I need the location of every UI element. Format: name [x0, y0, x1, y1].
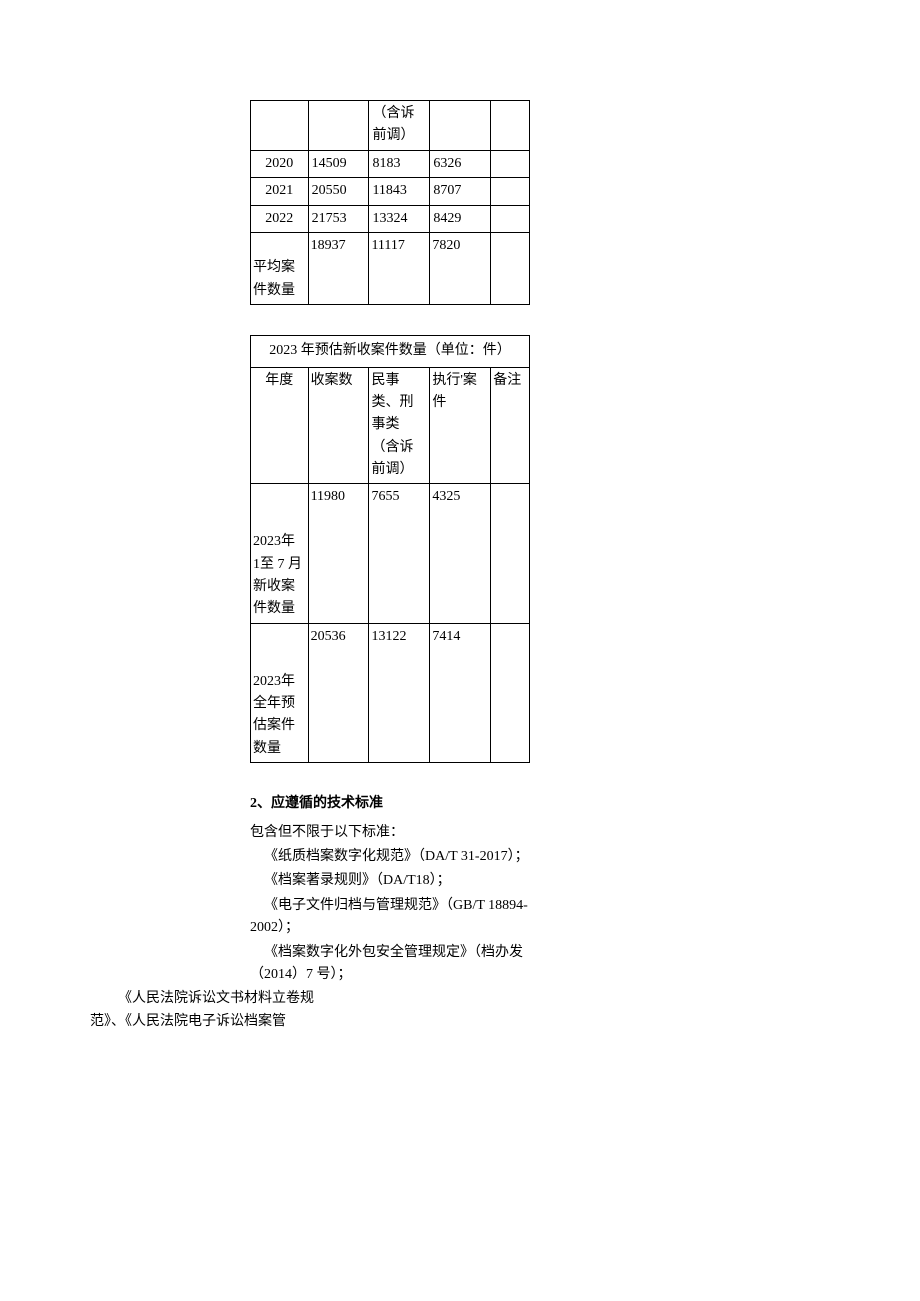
year-cell: 平均案件数量 — [251, 232, 309, 304]
count-cell: 14509 — [308, 150, 369, 177]
table-title: 2023 年预估新收案件数量（单位：件） — [251, 336, 530, 367]
table-row: 2022 21753 13324 8429 — [251, 205, 530, 232]
count-cell: 20536 — [308, 623, 369, 762]
standard-item: 《电子文件归档与管理规范》（GB/T 18894-2002）； — [250, 895, 570, 940]
header-exec: 执行'案件 — [430, 367, 491, 484]
count-cell: 21753 — [308, 205, 369, 232]
exec-cell: 7414 — [430, 623, 491, 762]
note-cell — [491, 205, 530, 232]
civil-cell: 13324 — [369, 205, 430, 232]
note-cell — [491, 623, 530, 762]
civil-cell: 11117 — [369, 232, 430, 304]
table-row: （含诉前调） — [251, 101, 530, 151]
standard-item: 《纸质档案数字化规范》（DA/T 31-2017）； — [250, 846, 570, 868]
civil-cell: 8183 — [369, 150, 430, 177]
outdent-text-2: 范》、《人民法院电子诉讼档案管 — [90, 1011, 630, 1033]
year-cell: 2023年 1至 7 月新收案件数量 — [251, 484, 309, 623]
col-civil-header: （含诉前调） — [369, 101, 430, 151]
case-estimate-table-2: 2023 年预估新收案件数量（单位：件） 年度 收案数 民事类、刑事类（含诉前调… — [250, 335, 530, 763]
exec-cell: 4325 — [430, 484, 491, 623]
standard-item: 《档案著录规则》（DA/T18）； — [250, 870, 570, 892]
civil-cell: 11843 — [369, 178, 430, 205]
note-cell — [491, 484, 530, 623]
header-year: 年度 — [251, 367, 309, 484]
table-header-row: 年度 收案数 民事类、刑事类（含诉前调） 执行'案件 备注 — [251, 367, 530, 484]
civil-cell: 13122 — [369, 623, 430, 762]
table-row: 2023年全年预估案件数量 20536 13122 7414 — [251, 623, 530, 762]
case-stats-table-1: （含诉前调） 2020 14509 8183 6326 2021 20550 1… — [250, 100, 530, 305]
exec-cell: 7820 — [430, 232, 491, 304]
outdent-text-1: 《人民法院诉讼文书材料立卷规 — [90, 988, 630, 1010]
year-cell: 2023年全年预估案件数量 — [251, 623, 309, 762]
table-row: 2021 20550 11843 8707 — [251, 178, 530, 205]
header-count: 收案数 — [308, 367, 369, 484]
exec-cell: 8429 — [430, 205, 491, 232]
count-cell: 11980 — [308, 484, 369, 623]
header-civil: 民事类、刑事类（含诉前调） — [369, 367, 430, 484]
table-row: 2020 14509 8183 6326 — [251, 150, 530, 177]
note-cell — [491, 150, 530, 177]
year-cell: 2020 — [251, 150, 309, 177]
civil-cell: 7655 — [369, 484, 430, 623]
header-note: 备注 — [491, 367, 530, 484]
year-cell: 2022 — [251, 205, 309, 232]
note-cell — [491, 178, 530, 205]
count-cell: 20550 — [308, 178, 369, 205]
count-cell: 18937 — [308, 232, 369, 304]
section-intro: 包含但不限于以下标准： — [250, 822, 570, 844]
standard-item: 《档案数字化外包安全管理规定》（档办发（2014）7 号）； — [250, 942, 570, 987]
table-title-row: 2023 年预估新收案件数量（单位：件） — [251, 336, 530, 367]
year-cell: 2021 — [251, 178, 309, 205]
exec-cell: 8707 — [430, 178, 491, 205]
table-row: 2023年 1至 7 月新收案件数量 11980 7655 4325 — [251, 484, 530, 623]
table-row: 平均案件数量 18937 11117 7820 — [251, 232, 530, 304]
exec-cell: 6326 — [430, 150, 491, 177]
note-cell — [491, 232, 530, 304]
section-heading: 2、应遵循的技术标准 — [250, 793, 570, 815]
